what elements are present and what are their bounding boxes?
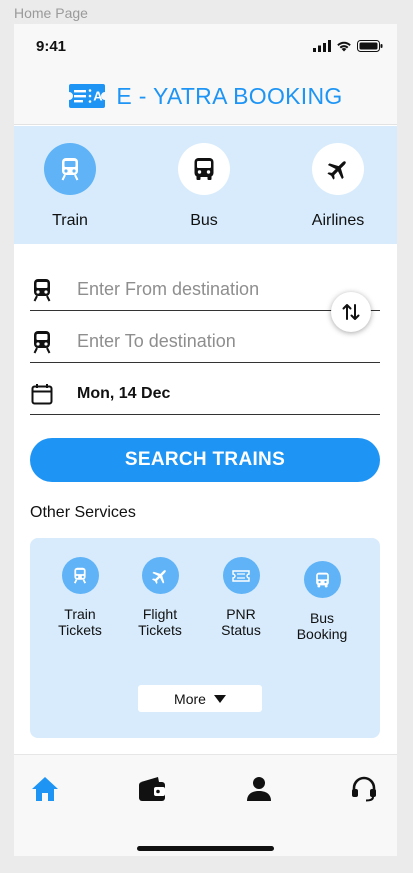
calendar-icon bbox=[30, 382, 54, 406]
train-icon bbox=[30, 278, 54, 302]
status-bar: 9:41 bbox=[14, 24, 397, 68]
to-field bbox=[30, 321, 380, 363]
from-field bbox=[30, 269, 380, 311]
service-pnr-line2: Status bbox=[221, 622, 261, 638]
app-header: A E - YATRA BOOKING bbox=[14, 68, 397, 125]
wifi-icon bbox=[337, 41, 351, 52]
service-pnr-circle bbox=[222, 557, 260, 594]
wallet-icon bbox=[139, 777, 165, 801]
service-bus-line1: Bus bbox=[309, 610, 335, 626]
service-flight-tickets[interactable]: Flight Tickets bbox=[120, 557, 200, 638]
search-trains-button[interactable]: SEARCH TRAINS bbox=[30, 438, 380, 482]
home-icon bbox=[32, 777, 58, 801]
train-icon bbox=[30, 330, 54, 354]
mode-airlines[interactable]: Airlines bbox=[293, 143, 383, 230]
ticket-logo-icon: A bbox=[69, 84, 106, 108]
airplane-icon bbox=[152, 569, 166, 584]
service-pnr-label: PNR Status bbox=[201, 606, 281, 638]
from-destination-input[interactable] bbox=[77, 279, 317, 300]
service-train-label: Train Tickets bbox=[40, 606, 120, 638]
nav-wallet[interactable] bbox=[136, 773, 168, 805]
service-train-tickets[interactable]: Train Tickets bbox=[40, 557, 120, 638]
mode-train-label: Train bbox=[52, 212, 88, 229]
swap-icon bbox=[342, 304, 360, 320]
train-icon bbox=[61, 158, 79, 181]
mode-bus-label: Bus bbox=[190, 212, 218, 229]
phone-screen: 9:41 A E - YATRA BOOKING Train Bus Airli… bbox=[14, 24, 397, 856]
app-title: E - YATRA BOOKING bbox=[116, 82, 343, 109]
mode-airlines-label: Airlines bbox=[311, 212, 365, 229]
nav-profile[interactable] bbox=[243, 773, 275, 805]
bus-icon bbox=[194, 158, 214, 180]
service-flight-line2: Tickets bbox=[138, 622, 182, 638]
service-pnr-status[interactable]: PNR Status bbox=[201, 557, 281, 638]
service-bus-circle bbox=[303, 561, 341, 598]
other-services-panel: Train Tickets Flight Tickets PNR Status … bbox=[30, 538, 380, 738]
headset-icon bbox=[352, 776, 376, 802]
bottom-nav bbox=[14, 754, 397, 856]
signal-icon bbox=[313, 40, 331, 52]
mode-train[interactable]: Train bbox=[25, 143, 115, 230]
nav-support[interactable] bbox=[348, 773, 380, 805]
nav-home[interactable] bbox=[29, 773, 61, 805]
mode-bus[interactable]: Bus bbox=[159, 143, 249, 230]
travel-date-value: Mon, 14 Dec bbox=[77, 384, 171, 402]
other-services-title: Other Services bbox=[30, 504, 136, 521]
service-train-line1: Train bbox=[64, 606, 96, 622]
more-services-button[interactable]: More bbox=[138, 685, 262, 712]
profile-icon bbox=[247, 777, 271, 801]
mode-train-circle bbox=[44, 143, 96, 195]
service-train-line2: Tickets bbox=[58, 622, 102, 638]
date-field[interactable]: Mon, 14 Dec bbox=[30, 373, 380, 415]
train-icon bbox=[73, 567, 87, 584]
service-bus-line2: Booking bbox=[296, 626, 348, 642]
mode-airlines-circle bbox=[312, 143, 364, 195]
svg-text:A: A bbox=[94, 89, 104, 104]
transport-mode-panel: Train Bus Airlines bbox=[14, 126, 397, 244]
home-indicator bbox=[137, 846, 274, 851]
service-train-circle bbox=[61, 557, 99, 594]
canvas-label: Home Page bbox=[14, 5, 88, 21]
status-time: 9:41 bbox=[36, 38, 67, 55]
to-destination-input[interactable] bbox=[77, 331, 317, 352]
more-label: More bbox=[174, 690, 206, 707]
bus-icon bbox=[315, 572, 329, 587]
service-flight-label: Flight Tickets bbox=[120, 606, 200, 638]
service-bus-label: Bus Booking bbox=[282, 610, 362, 642]
battery-icon bbox=[357, 40, 383, 52]
status-icons bbox=[313, 40, 383, 52]
service-flight-circle bbox=[141, 557, 179, 594]
caret-down-icon bbox=[213, 694, 226, 703]
airplane-icon bbox=[327, 161, 346, 180]
service-pnr-line1: PNR bbox=[226, 606, 256, 622]
ticket-icon bbox=[232, 569, 250, 582]
mode-bus-circle bbox=[178, 143, 230, 195]
service-flight-line1: Flight bbox=[142, 606, 178, 622]
service-bus-booking[interactable]: Bus Booking bbox=[282, 561, 362, 642]
